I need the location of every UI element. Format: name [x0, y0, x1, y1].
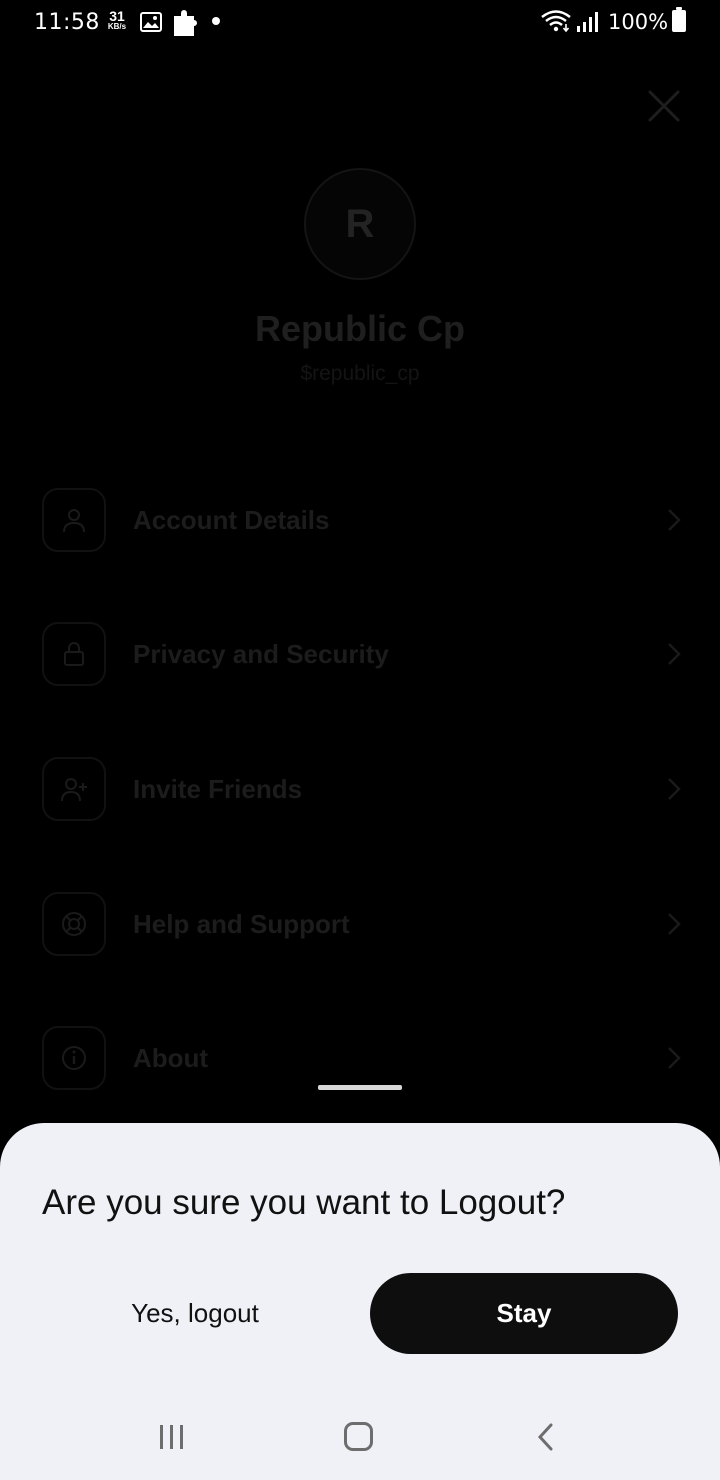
sheet-drag-handle[interactable]: [318, 1085, 402, 1090]
chevron-right-icon: [668, 643, 681, 665]
info-icon: [42, 1026, 106, 1090]
close-icon[interactable]: [646, 88, 682, 124]
back-icon[interactable]: [536, 1422, 556, 1452]
menu-item-privacy-security[interactable]: Privacy and Security: [42, 622, 682, 686]
chevron-right-icon: [668, 509, 681, 531]
menu-item-label: Privacy and Security: [133, 639, 389, 669]
system-navigation-bar: [0, 1396, 720, 1480]
recent-apps-icon[interactable]: [158, 1424, 186, 1450]
menu-item-label: Help and Support: [133, 909, 350, 939]
avatar: R: [304, 168, 416, 280]
profile-name: Republic Cp: [254, 308, 465, 349]
lifebuoy-icon: [42, 892, 106, 956]
home-icon[interactable]: [344, 1422, 373, 1451]
chevron-right-icon: [668, 1047, 681, 1069]
dialog-title: Are you sure you want to Logout?: [42, 1183, 566, 1222]
chevron-right-icon: [668, 778, 681, 800]
menu-item-invite-friends[interactable]: Invite Friends: [42, 757, 682, 821]
menu-item-label: Invite Friends: [133, 774, 303, 804]
menu-item-help-support[interactable]: Help and Support: [42, 892, 682, 956]
menu-item-about[interactable]: About: [42, 1026, 682, 1090]
avatar-initial: R: [345, 201, 375, 246]
add-user-icon: [42, 757, 106, 821]
menu-item-account-details[interactable]: Account Details: [42, 488, 682, 552]
menu-item-label: About: [133, 1043, 209, 1073]
lock-icon: [42, 622, 106, 686]
profile-handle: $republic_cp: [300, 362, 420, 385]
confirm-logout-button[interactable]: Yes, logout: [42, 1273, 348, 1353]
chevron-right-icon: [668, 913, 681, 935]
menu-item-label: Account Details: [133, 505, 330, 535]
user-icon: [42, 488, 106, 552]
stay-button[interactable]: Stay: [370, 1273, 678, 1354]
